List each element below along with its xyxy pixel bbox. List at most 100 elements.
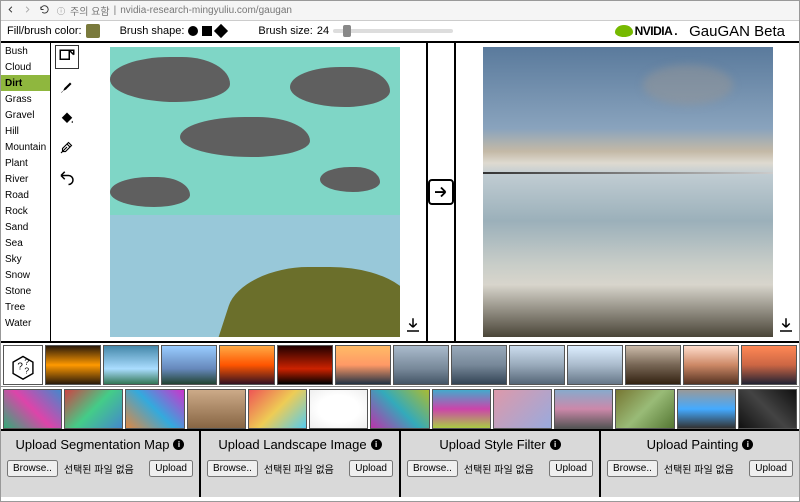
download-output-button[interactable] bbox=[777, 316, 795, 337]
download-segmentation-button[interactable] bbox=[404, 316, 422, 337]
style-thumb[interactable] bbox=[625, 345, 681, 385]
style-thumb[interactable] bbox=[741, 345, 797, 385]
upload-button[interactable]: Upload bbox=[749, 460, 793, 477]
style-thumb[interactable] bbox=[615, 389, 674, 429]
shape-square[interactable] bbox=[202, 26, 212, 36]
style-thumb[interactable] bbox=[335, 345, 391, 385]
add-tool[interactable] bbox=[55, 45, 79, 69]
generate-column bbox=[426, 43, 456, 341]
style-thumb[interactable] bbox=[509, 345, 565, 385]
browser-bar: i 주의 요함 | nvidia-research-mingyuliu.com/… bbox=[1, 1, 799, 21]
style-thumb[interactable] bbox=[554, 389, 613, 429]
category-bush[interactable]: Bush bbox=[1, 43, 50, 59]
style-thumb[interactable] bbox=[45, 345, 101, 385]
brush-shape-label: Brush shape: bbox=[120, 25, 185, 37]
category-plant[interactable]: Plant bbox=[1, 155, 50, 171]
style-thumb[interactable] bbox=[567, 345, 623, 385]
shape-diamond[interactable] bbox=[214, 24, 228, 38]
upload-panel: Upload Segmentation Mapi Browse..선택된 파일 … bbox=[1, 431, 201, 497]
category-mountain[interactable]: Mountain bbox=[1, 139, 50, 155]
style-thumb[interactable] bbox=[493, 389, 552, 429]
eyedropper-tool[interactable] bbox=[55, 135, 79, 159]
style-thumb[interactable] bbox=[683, 345, 739, 385]
brush-size-label: Brush size: bbox=[258, 25, 312, 37]
security-hint: 주의 요함 bbox=[70, 3, 110, 18]
address-bar[interactable]: i 주의 요함 | nvidia-research-mingyuliu.com/… bbox=[56, 3, 795, 18]
style-thumb[interactable] bbox=[451, 345, 507, 385]
style-thumb[interactable] bbox=[187, 389, 246, 429]
fill-color-label: Fill/brush color: bbox=[7, 25, 82, 37]
category-rock[interactable]: Rock bbox=[1, 203, 50, 219]
file-status: 선택된 파일 없음 bbox=[64, 461, 134, 476]
style-thumb[interactable] bbox=[309, 389, 368, 429]
app-title: GauGAN Beta bbox=[681, 23, 793, 40]
generate-button[interactable] bbox=[428, 179, 454, 205]
category-sea[interactable]: Sea bbox=[1, 235, 50, 251]
style-thumb[interactable] bbox=[370, 389, 429, 429]
style-thumb[interactable] bbox=[393, 345, 449, 385]
style-thumb[interactable] bbox=[161, 345, 217, 385]
style-thumb[interactable] bbox=[64, 389, 123, 429]
reload-icon[interactable] bbox=[39, 4, 50, 18]
segmentation-canvas[interactable] bbox=[110, 47, 400, 337]
category-stone[interactable]: Stone bbox=[1, 283, 50, 299]
output-panel bbox=[456, 43, 799, 341]
top-toolbar: Fill/brush color: Brush shape: Brush siz… bbox=[1, 21, 799, 43]
style-thumb[interactable] bbox=[219, 345, 275, 385]
back-icon[interactable] bbox=[5, 4, 16, 18]
style-gallery-row-1: ??? bbox=[1, 343, 799, 387]
info-icon[interactable]: i bbox=[173, 439, 184, 450]
info-icon: i bbox=[56, 6, 66, 16]
category-road[interactable]: Road bbox=[1, 187, 50, 203]
color-swatch[interactable] bbox=[86, 24, 100, 38]
fill-tool[interactable] bbox=[55, 105, 79, 129]
category-grass[interactable]: Grass bbox=[1, 91, 50, 107]
category-snow[interactable]: Snow bbox=[1, 267, 50, 283]
category-hill[interactable]: Hill bbox=[1, 123, 50, 139]
brush-tool[interactable] bbox=[55, 75, 79, 99]
segmentation-panel bbox=[83, 43, 426, 341]
category-tree[interactable]: Tree bbox=[1, 299, 50, 315]
upload-panel: Upload Landscape Imagei Browse..선택된 파일 없… bbox=[201, 431, 401, 497]
output-canvas bbox=[483, 47, 773, 337]
brush-size-slider[interactable] bbox=[333, 29, 453, 33]
upload-button[interactable]: Upload bbox=[549, 460, 593, 477]
category-dirt[interactable]: Dirt bbox=[1, 75, 50, 91]
upload-button[interactable]: Upload bbox=[149, 460, 193, 477]
category-gravel[interactable]: Gravel bbox=[1, 107, 50, 123]
category-sand[interactable]: Sand bbox=[1, 219, 50, 235]
style-thumb[interactable] bbox=[125, 389, 184, 429]
style-thumb[interactable] bbox=[103, 345, 159, 385]
style-thumb[interactable] bbox=[432, 389, 491, 429]
forward-icon[interactable] bbox=[22, 4, 33, 18]
upload-title: Upload Landscape Imagei bbox=[207, 437, 393, 452]
undo-tool[interactable] bbox=[55, 165, 79, 189]
logo-text: NVIDIA bbox=[635, 24, 673, 38]
category-cloud[interactable]: Cloud bbox=[1, 59, 50, 75]
file-status: 선택된 파일 없음 bbox=[664, 461, 734, 476]
info-icon[interactable]: i bbox=[550, 439, 561, 450]
category-water[interactable]: Water bbox=[1, 315, 50, 331]
style-thumb[interactable] bbox=[248, 389, 307, 429]
nvidia-logo: NVIDIA. bbox=[615, 24, 678, 38]
main-area: BushCloudDirtGrassGravelHillMountainPlan… bbox=[1, 43, 799, 343]
upload-title: Upload Style Filteri bbox=[407, 437, 593, 452]
info-icon[interactable]: i bbox=[371, 439, 382, 450]
style-thumb[interactable] bbox=[277, 345, 333, 385]
random-style-button[interactable]: ??? bbox=[3, 345, 43, 385]
svg-text:?: ? bbox=[17, 361, 23, 372]
shape-circle[interactable] bbox=[188, 26, 198, 36]
style-thumb[interactable] bbox=[738, 389, 797, 429]
upload-row: Upload Segmentation Mapi Browse..선택된 파일 … bbox=[1, 431, 799, 497]
category-river[interactable]: River bbox=[1, 171, 50, 187]
browse-button[interactable]: Browse.. bbox=[207, 460, 258, 477]
info-icon[interactable]: i bbox=[742, 439, 753, 450]
browse-button[interactable]: Browse.. bbox=[7, 460, 58, 477]
style-gallery-row-2 bbox=[1, 387, 799, 431]
upload-button[interactable]: Upload bbox=[349, 460, 393, 477]
browse-button[interactable]: Browse.. bbox=[407, 460, 458, 477]
category-sky[interactable]: Sky bbox=[1, 251, 50, 267]
style-thumb[interactable] bbox=[3, 389, 62, 429]
style-thumb[interactable] bbox=[677, 389, 736, 429]
browse-button[interactable]: Browse.. bbox=[607, 460, 658, 477]
